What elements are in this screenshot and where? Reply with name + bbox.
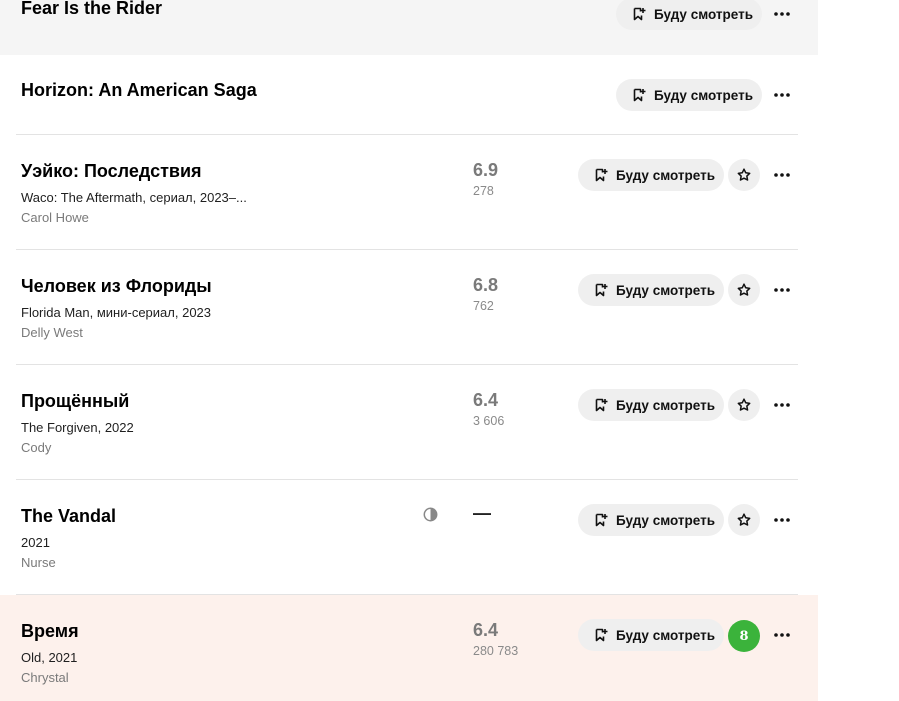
star-icon: [737, 283, 751, 296]
bookmark-add-icon: [595, 168, 608, 182]
item-title[interactable]: The Vandal: [21, 506, 116, 527]
more-options-button[interactable]: [770, 2, 794, 26]
more-dots-icon: [774, 633, 790, 637]
votes-count: 762: [473, 299, 494, 313]
more-options-button[interactable]: [770, 163, 794, 187]
votes-count: 280 783: [473, 644, 519, 658]
watch-later-button[interactable]: Буду смотреть: [578, 274, 724, 306]
watch-later-label: Буду смотреть: [616, 397, 716, 413]
more-dots-icon: [774, 173, 790, 177]
bookmark-add-icon: [595, 628, 608, 642]
watch-later-label: Буду смотреть: [616, 627, 716, 643]
item-subtitle: 2021: [21, 535, 50, 550]
more-dots-icon: [774, 12, 790, 16]
votes-count: 3 606: [473, 414, 505, 428]
item-title[interactable]: Уэйко: Последствия: [21, 161, 202, 182]
rating-value: 6.4: [473, 620, 499, 640]
rating-value: 6.4: [473, 390, 499, 410]
item-subtitle: Old, 2021: [21, 650, 78, 665]
star-icon: [737, 398, 751, 411]
item-title[interactable]: Человек из Флориды: [21, 276, 212, 297]
bookmark-add-icon: [633, 7, 646, 21]
watch-later-button[interactable]: Буду смотреть: [616, 79, 762, 111]
item-subtitle: Florida Man, мини-сериал, 2023: [21, 305, 212, 320]
more-options-button[interactable]: [770, 278, 794, 302]
item-title[interactable]: Время: [21, 621, 79, 642]
more-options-button[interactable]: [770, 393, 794, 417]
bookmark-add-icon: [595, 283, 608, 297]
item-role: Cody: [21, 440, 52, 455]
bookmark-add-icon: [595, 398, 608, 412]
rate-button[interactable]: [728, 504, 760, 536]
watch-later-label: Буду смотреть: [616, 167, 716, 183]
user-score-badge[interactable]: 8: [728, 620, 760, 652]
item-subtitle: Waco: The Aftermath, сериал, 2023–...: [21, 190, 247, 205]
item-title[interactable]: Прощённый: [21, 391, 129, 412]
bookmark-add-icon: [633, 88, 646, 102]
rating-value: 6.9: [473, 160, 499, 180]
watch-later-button[interactable]: Буду смотреть: [578, 504, 724, 536]
rate-button[interactable]: [728, 159, 760, 191]
rate-button[interactable]: [728, 389, 760, 421]
item-role: Delly West: [21, 325, 83, 340]
list-item: Fear Is the Rider Буду смотреть: [0, 0, 818, 55]
item-role: Chrystal: [21, 670, 69, 685]
more-dots-icon: [774, 403, 790, 407]
item-title[interactable]: Fear Is the Rider: [21, 0, 162, 19]
watch-later-button[interactable]: Буду смотреть: [578, 619, 724, 651]
list-item: Прощённый The Forgiven, 2022 Cody 6.4 3 …: [0, 365, 818, 480]
rating-value: —: [473, 503, 491, 523]
watch-later-button[interactable]: Буду смотреть: [578, 159, 724, 191]
more-dots-icon: [774, 93, 790, 97]
watch-later-label: Буду смотреть: [654, 6, 754, 22]
list-item: Человек из Флориды Florida Man, мини-сер…: [0, 250, 818, 365]
more-options-button[interactable]: [770, 508, 794, 532]
star-icon: [737, 513, 751, 526]
bookmark-add-icon: [595, 513, 608, 527]
list-item: Horizon: An American Saga Буду смотреть: [0, 55, 818, 135]
watch-later-label: Буду смотреть: [654, 87, 754, 103]
watch-later-label: Буду смотреть: [616, 512, 716, 528]
list-item: Уэйко: Последствия Waco: The Aftermath, …: [0, 135, 818, 250]
watch-later-button[interactable]: Буду смотреть: [616, 0, 762, 30]
list-item: Время Old, 2021 Chrystal 6.4 280 783 Буд…: [0, 595, 818, 701]
clock-icon: [423, 507, 438, 522]
rate-button[interactable]: [728, 274, 760, 306]
rating-value: 6.8: [473, 275, 499, 295]
more-dots-icon: [774, 518, 790, 522]
item-role: Carol Howe: [21, 210, 89, 225]
item-role: Nurse: [21, 555, 56, 570]
star-icon: [737, 168, 751, 181]
watch-later-button[interactable]: Буду смотреть: [578, 389, 724, 421]
more-options-button[interactable]: [770, 623, 794, 647]
item-title[interactable]: Horizon: An American Saga: [21, 80, 257, 101]
filmography-list: Fear Is the Rider Буду смотреть Horizon:…: [0, 0, 818, 701]
item-subtitle: The Forgiven, 2022: [21, 420, 134, 435]
watch-later-label: Буду смотреть: [616, 282, 716, 298]
more-options-button[interactable]: [770, 83, 794, 107]
votes-count: 278: [473, 184, 494, 198]
more-dots-icon: [774, 288, 790, 292]
list-item: The Vandal 2021 Nurse — Буду смотреть: [0, 480, 818, 595]
